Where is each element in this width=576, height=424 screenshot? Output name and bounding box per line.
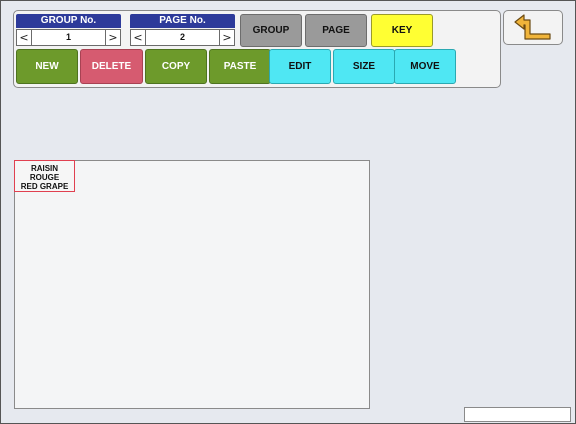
page-next-button[interactable]: > [219,30,234,45]
page-number-value: 2 [179,32,185,42]
size-button[interactable]: SIZE [333,49,395,84]
group-number-stepper: GROUP No. < 1 > [16,14,121,46]
edit-button[interactable]: EDIT [269,49,331,84]
move-button[interactable]: MOVE [394,49,456,84]
group-number-label: GROUP No. [16,14,121,28]
page-number-stepper: PAGE No. < 2 > [130,14,235,46]
group-prev-button[interactable]: < [17,30,32,45]
new-button[interactable]: NEW [16,49,78,84]
page-prev-button[interactable]: < [131,30,146,45]
back-button[interactable] [503,10,563,45]
status-field [464,407,571,422]
key-mode-button[interactable]: KEY [371,14,433,47]
paste-button[interactable]: PASTE [209,49,271,84]
page-mode-button[interactable]: PAGE [305,14,367,47]
key-item-line3: RED GRAPE [20,182,69,191]
group-number-value: 1 [65,32,71,42]
key-item-line2: ROUGE [29,173,60,182]
key-item-raisin[interactable]: RAISIN ROUGE RED GRAPE [14,160,75,192]
key-item-line1: RAISIN [30,164,59,173]
return-arrow-icon [514,14,551,40]
delete-button[interactable]: DELETE [80,49,143,84]
group-mode-button[interactable]: GROUP [240,14,302,47]
key-layout-canvas[interactable] [14,160,370,409]
page-number-row: < 2 > [130,29,235,46]
copy-button[interactable]: COPY [145,49,207,84]
group-next-button[interactable]: > [105,30,120,45]
group-number-row: < 1 > [16,29,121,46]
toolbar-panel: GROUP No. < 1 > PAGE No. < 2 > GROUP PAG… [13,10,501,88]
page-number-label: PAGE No. [130,14,235,28]
